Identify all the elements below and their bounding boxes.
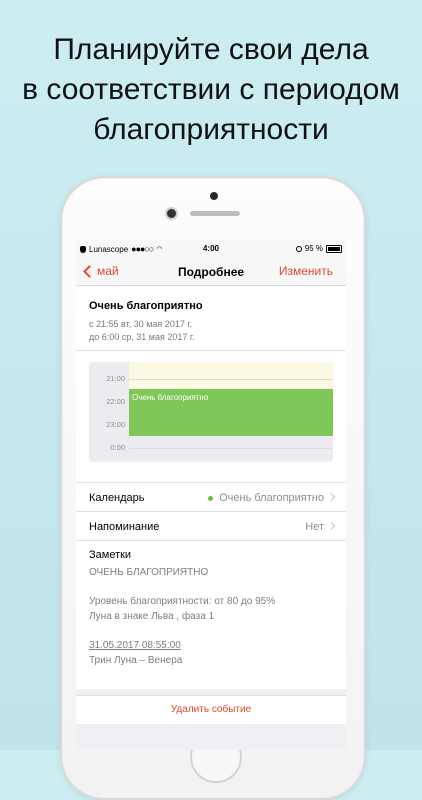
reminder-row[interactable]: Напоминание Нет (76, 512, 346, 541)
calendar-value: Очень благоприятно (208, 492, 324, 504)
timeline-section: 21:00 22:00 23:00 0:00 Очень благоприятн… (76, 351, 346, 483)
sensor-dot (210, 192, 218, 200)
day-timeline: 21:00 22:00 23:00 0:00 Очень благоприятн… (89, 362, 333, 462)
calendar-value-text: Очень благоприятно (219, 492, 324, 504)
notes-date-link[interactable]: 31.05.2017 08:55:00 (89, 640, 181, 651)
event-end: до 6:00 ср, 31 мая 2017 г. (89, 332, 195, 342)
chevron-right-icon (326, 521, 336, 531)
event-title: Очень благоприятно (89, 300, 203, 312)
notes-line: Уровень благоприятности: от 80 до 95% (89, 596, 276, 607)
delete-event-button[interactable]: Удалить событие (76, 704, 346, 715)
event-header: Очень благоприятно с 21:55 вт, 30 мая 20… (76, 286, 346, 351)
timeline-shaded-area (129, 362, 333, 390)
status-bar: Lunascope ●●●○○ ◠ 4:00 95 % (76, 240, 346, 258)
status-right: 95 % (295, 244, 342, 253)
hour-line (129, 448, 333, 449)
front-camera (167, 209, 176, 218)
reminder-value: Нет (305, 521, 324, 533)
calendar-row[interactable]: Календарь Очень благоприятно (76, 483, 346, 512)
notes-title: Заметки (89, 549, 132, 561)
alarm-icon (295, 245, 302, 252)
earpiece-speaker (190, 211, 240, 216)
headline-line-1: Планируйте свои дела (53, 33, 369, 66)
navigation-bar: май Подробнее Изменить (76, 258, 346, 286)
timeline-event-block[interactable]: Очень благоприятно (129, 389, 333, 436)
delete-bar: Удалить событие (76, 695, 346, 724)
hour-label: 0:00 (110, 443, 125, 452)
battery-percent: 95 % (304, 244, 323, 253)
reminder-label: Напоминание (89, 521, 160, 533)
hour-label: 23:00 (106, 420, 125, 429)
calendar-color-dot (208, 495, 214, 501)
headline: Планируйте свои дела в соответствии с пе… (0, 30, 422, 150)
battery-icon (326, 244, 342, 253)
hour-line (129, 379, 333, 380)
calendar-label: Календарь (89, 492, 145, 504)
timeline-event-label: Очень благоприятно (132, 393, 209, 402)
hour-label: 21:00 (106, 374, 125, 383)
notes-line: Трин Луна – Венера (89, 655, 183, 666)
app-screen: Lunascope ●●●○○ ◠ 4:00 95 % май Подробне… (76, 240, 346, 750)
notes-line: Луна в знаке Льва , фаза 1 (89, 611, 215, 622)
event-start: с 21:55 вт, 30 мая 2017 г. (89, 319, 193, 329)
headline-line-3: благоприятности (93, 113, 329, 146)
hour-label: 22:00 (106, 397, 125, 406)
chevron-right-icon (326, 492, 336, 502)
headline-line-2: в соответствии с периодом (22, 73, 400, 106)
edit-button[interactable]: Изменить (279, 264, 333, 278)
notes-line: ОЧЕНЬ БЛАГОПРИЯТНО (89, 567, 209, 578)
notes-section: Заметки ОЧЕНЬ БЛАГОПРИЯТНО Уровень благо… (76, 541, 346, 689)
